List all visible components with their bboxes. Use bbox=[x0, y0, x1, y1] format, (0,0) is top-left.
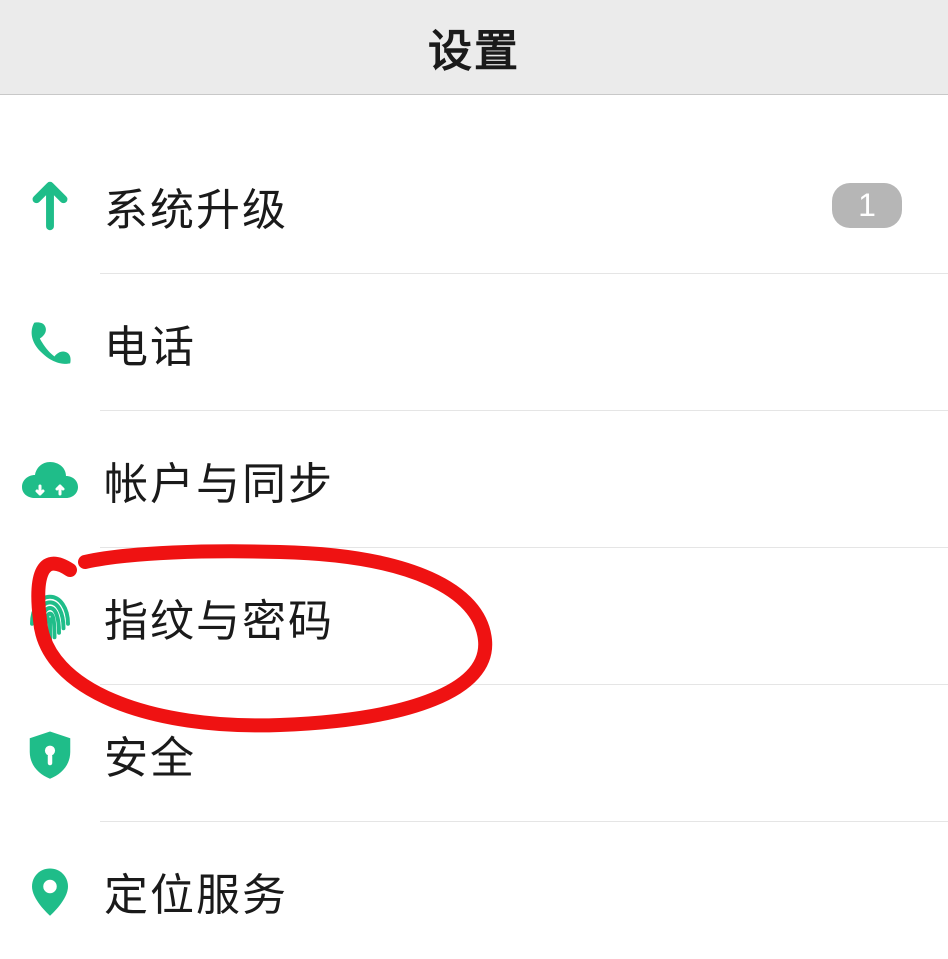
settings-item-location[interactable]: 定位服务 bbox=[0, 822, 948, 959]
settings-list: 系统升级 1 电话 帐户与同步 指纹与密码 bbox=[0, 137, 948, 959]
item-label: 电话 bbox=[104, 311, 948, 375]
settings-item-account-sync[interactable]: 帐户与同步 bbox=[0, 411, 948, 548]
fingerprint-icon bbox=[0, 590, 100, 644]
settings-item-phone[interactable]: 电话 bbox=[0, 274, 948, 411]
item-label: 系统升级 bbox=[104, 174, 832, 238]
settings-item-security[interactable]: 安全 bbox=[0, 685, 948, 822]
item-label: 指纹与密码 bbox=[104, 585, 948, 649]
location-icon bbox=[0, 864, 100, 918]
settings-item-fingerprint-password[interactable]: 指纹与密码 bbox=[0, 548, 948, 685]
section-spacer bbox=[0, 95, 948, 137]
phone-icon bbox=[0, 316, 100, 370]
item-label: 帐户与同步 bbox=[104, 448, 948, 512]
item-label: 安全 bbox=[104, 722, 948, 786]
item-label: 定位服务 bbox=[104, 859, 948, 923]
cloud-sync-icon bbox=[0, 453, 100, 507]
settings-item-system-upgrade[interactable]: 系统升级 1 bbox=[0, 137, 948, 274]
header-bar: 设置 bbox=[0, 0, 948, 95]
shield-icon bbox=[0, 727, 100, 781]
arrow-up-icon bbox=[0, 179, 100, 233]
notification-badge: 1 bbox=[832, 183, 902, 228]
page-title: 设置 bbox=[428, 15, 520, 79]
